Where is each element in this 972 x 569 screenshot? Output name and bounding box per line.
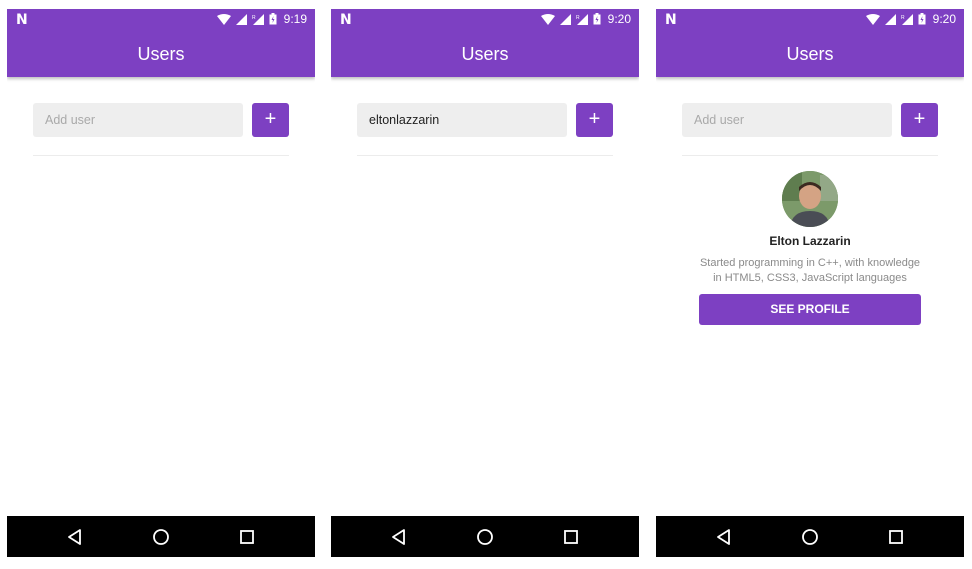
divider — [33, 155, 289, 156]
add-user-input[interactable] — [357, 103, 567, 137]
add-user-input[interactable] — [33, 103, 243, 137]
status-icons: R 9:20 — [540, 12, 631, 26]
phone-screen-2: N R 9:20 Users + — [331, 9, 639, 557]
battery-icon — [918, 13, 926, 25]
battery-icon — [269, 13, 277, 25]
signal-roaming-icon: R — [901, 13, 913, 25]
add-user-form: + — [682, 103, 938, 137]
signal-icon — [884, 13, 896, 25]
status-bar: N R 9:20 — [331, 9, 639, 31]
back-icon[interactable] — [714, 527, 734, 547]
user-name: Elton Lazzarin — [769, 234, 851, 248]
svg-text:R: R — [576, 15, 580, 21]
back-icon[interactable] — [389, 527, 409, 547]
battery-icon — [593, 13, 601, 25]
wifi-icon — [540, 13, 555, 25]
back-icon[interactable] — [65, 527, 85, 547]
wifi-icon — [865, 13, 880, 25]
svg-text:R: R — [252, 15, 256, 21]
phone-screen-3: N R 9:20 Users + Elton Laz — [656, 9, 964, 557]
n-logo-icon: N — [665, 12, 677, 28]
status-bar: N R 9:20 — [656, 9, 964, 31]
android-nav-bar — [656, 516, 964, 557]
status-bar: N R 9:19 — [7, 9, 315, 31]
add-user-button[interactable]: + — [252, 103, 289, 137]
n-logo-icon: N — [340, 12, 352, 28]
status-time: 9:19 — [283, 12, 307, 26]
page-title: Users — [137, 44, 185, 64]
page-title: Users — [461, 44, 509, 64]
signal-icon — [235, 13, 247, 25]
status-icons: R 9:20 — [865, 12, 956, 26]
status-time: 9:20 — [932, 12, 956, 26]
recents-icon[interactable] — [561, 527, 581, 547]
home-icon[interactable] — [475, 527, 495, 547]
recents-icon[interactable] — [237, 527, 257, 547]
add-user-form: + — [357, 103, 613, 137]
divider — [357, 155, 613, 156]
add-user-button[interactable]: + — [901, 103, 938, 137]
app-bar: N R 9:20 Users — [656, 9, 964, 77]
user-bio: Started programming in C++, with knowled… — [699, 257, 921, 284]
recents-icon[interactable] — [886, 527, 906, 547]
avatar-photo — [782, 171, 838, 227]
add-user-input[interactable] — [682, 103, 892, 137]
user-card: Elton Lazzarin Started programming in C+… — [699, 171, 921, 325]
divider — [682, 155, 938, 156]
app-bar: N R 9:20 Users — [331, 9, 639, 77]
signal-roaming-icon: R — [576, 13, 588, 25]
avatar — [782, 171, 838, 227]
android-nav-bar — [7, 516, 315, 557]
n-logo-icon: N — [16, 12, 28, 28]
add-user-form: + — [33, 103, 289, 137]
signal-roaming-icon: R — [252, 13, 264, 25]
svg-text:R: R — [901, 15, 905, 21]
wifi-icon — [216, 13, 231, 25]
home-icon[interactable] — [151, 527, 171, 547]
phone-screen-1: N R 9:19 Users + — [7, 9, 315, 557]
status-time: 9:20 — [607, 12, 631, 26]
app-bar: N R 9:19 Users — [7, 9, 315, 77]
status-icons: R 9:19 — [216, 12, 307, 26]
home-icon[interactable] — [800, 527, 820, 547]
signal-icon — [559, 13, 571, 25]
page-title: Users — [786, 44, 834, 64]
see-profile-button[interactable]: SEE PROFILE — [699, 294, 921, 325]
android-nav-bar — [331, 516, 639, 557]
add-user-button[interactable]: + — [576, 103, 613, 137]
